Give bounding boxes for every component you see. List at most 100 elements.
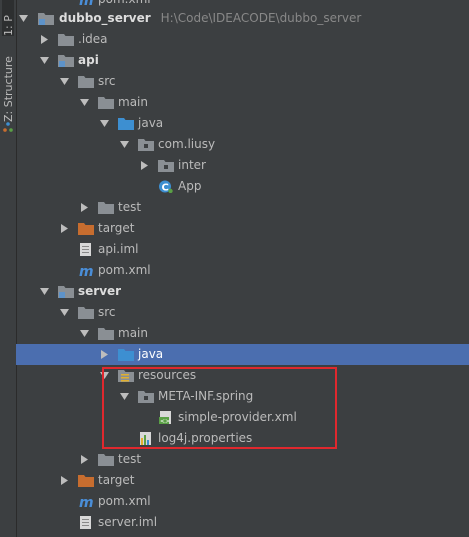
tree-row-server-pom[interactable]: pom.xml — [16, 491, 469, 512]
tree-label: test — [118, 452, 142, 466]
tree-label: resources — [138, 368, 197, 382]
tree-label: App — [178, 179, 202, 193]
folder-icon — [58, 33, 74, 46]
project-tree[interactable]: pom.xml dubbo_server H:\Code\IDEACODE\dub… — [16, 0, 469, 537]
tree-label: src — [98, 305, 116, 319]
tree-label: server — [78, 284, 122, 298]
chevron-right-icon[interactable] — [60, 476, 69, 485]
tree-label: pom.xml — [98, 263, 151, 277]
tree-row-server-target[interactable]: target — [16, 470, 469, 491]
tree-label: inter — [178, 158, 206, 172]
tree-row-api-test[interactable]: test — [16, 197, 469, 218]
maven-icon — [78, 0, 94, 6]
tree-label: simple-provider.xml — [178, 410, 297, 424]
package-icon — [138, 390, 154, 403]
iml-file-icon — [78, 516, 94, 529]
tree-row-idea[interactable]: .idea — [16, 29, 469, 50]
tree-row-api-main[interactable]: main — [16, 92, 469, 113]
tree-row-server-resources[interactable]: resources — [16, 365, 469, 386]
tree-label: log4j.properties — [158, 431, 253, 445]
chevron-down-icon[interactable] — [80, 329, 89, 338]
tree-label: .idea — [78, 32, 108, 46]
folder-icon — [98, 96, 114, 109]
tree-row-server-src[interactable]: src — [16, 302, 469, 323]
folder-icon — [78, 75, 94, 88]
project-root-name: dubbo_server — [59, 11, 151, 25]
tree-row-server-meta-inf[interactable]: META-INF.spring — [16, 386, 469, 407]
chevron-right-icon[interactable] — [80, 203, 89, 212]
module-folder-icon — [58, 54, 74, 67]
tool-window-strip: 1: P Z: Structure — [0, 0, 17, 537]
excluded-folder-icon — [78, 474, 94, 487]
source-folder-icon — [118, 117, 134, 130]
tree-label: api.iml — [98, 242, 139, 256]
chevron-down-icon[interactable] — [120, 392, 129, 401]
xml-file-icon — [158, 411, 174, 424]
tree-label: main — [118, 326, 148, 340]
chevron-down-icon[interactable] — [40, 56, 49, 65]
tree-label: target — [98, 473, 135, 487]
chevron-down-icon[interactable] — [40, 287, 49, 296]
tree-row-api-src[interactable]: src — [16, 71, 469, 92]
java-class-icon — [158, 180, 174, 193]
tree-label: src — [98, 74, 116, 88]
maven-icon — [78, 495, 94, 508]
chevron-down-icon[interactable] — [100, 371, 109, 380]
chevron-right-icon[interactable] — [100, 350, 109, 359]
module-folder-icon — [58, 285, 74, 298]
maven-icon — [78, 264, 94, 277]
source-folder-icon — [118, 348, 134, 361]
tree-label: META-INF.spring — [158, 389, 254, 403]
tree-label: pom.xml — [98, 494, 151, 508]
chevron-down-icon[interactable] — [60, 308, 69, 317]
tree-label: test — [118, 200, 142, 214]
tree-row-server-main[interactable]: main — [16, 323, 469, 344]
tree-label: target — [98, 221, 135, 235]
tree-row-server-iml[interactable]: server.iml — [16, 512, 469, 533]
tree-row-server-test[interactable]: test — [16, 449, 469, 470]
properties-file-icon — [138, 432, 154, 445]
chevron-down-icon[interactable] — [19, 14, 28, 23]
chevron-right-icon[interactable] — [140, 161, 149, 170]
package-icon — [158, 159, 174, 172]
tree-label: java — [138, 116, 164, 130]
tree-label: api — [78, 53, 99, 67]
structure-icon — [3, 122, 13, 132]
tree-label: server.iml — [98, 515, 158, 529]
chevron-down-icon[interactable] — [60, 77, 69, 86]
package-icon — [138, 138, 154, 151]
module-folder-icon — [38, 12, 54, 25]
tree-row-api-inter[interactable]: inter — [16, 155, 469, 176]
tree-label: com.liusy — [158, 137, 216, 151]
chevron-right-icon[interactable] — [40, 35, 49, 44]
folder-icon — [78, 306, 94, 319]
tree-label: java — [138, 347, 164, 361]
resources-folder-icon — [118, 369, 134, 382]
folder-icon — [98, 453, 114, 466]
chevron-down-icon[interactable] — [100, 119, 109, 128]
tree-row-server-log4j[interactable]: log4j.properties — [16, 428, 469, 449]
tree-row-api-java[interactable]: java — [16, 113, 469, 134]
chevron-right-icon[interactable] — [60, 224, 69, 233]
chevron-down-icon[interactable] — [120, 140, 129, 149]
tree-row-api-pom[interactable]: pom.xml — [16, 260, 469, 281]
project-tool-tab[interactable]: 1: P — [2, 0, 15, 36]
folder-icon — [98, 327, 114, 340]
tree-row-api-app[interactable]: App — [16, 176, 469, 197]
chevron-down-icon[interactable] — [80, 98, 89, 107]
folder-icon — [98, 201, 114, 214]
tree-row-server[interactable]: server — [16, 281, 469, 302]
structure-tool-tab[interactable]: Z: Structure — [2, 56, 15, 122]
tree-row-server-java[interactable]: java — [16, 344, 469, 365]
excluded-folder-icon — [78, 222, 94, 235]
tree-row-api-target[interactable]: target — [16, 218, 469, 239]
project-root-path: H:\Code\IDEACODE\dubbo_server — [160, 11, 362, 25]
iml-file-icon — [78, 243, 94, 256]
tree-row-api[interactable]: api — [16, 50, 469, 71]
tree-label: main — [118, 95, 148, 109]
chevron-right-icon[interactable] — [80, 455, 89, 464]
tree-row-server-provider-xml[interactable]: simple-provider.xml — [16, 407, 469, 428]
tree-row-project-root[interactable]: dubbo_server H:\Code\IDEACODE\dubbo_serve… — [16, 8, 469, 29]
tree-row-api-package[interactable]: com.liusy — [16, 134, 469, 155]
tree-row-api-iml[interactable]: api.iml — [16, 239, 469, 260]
